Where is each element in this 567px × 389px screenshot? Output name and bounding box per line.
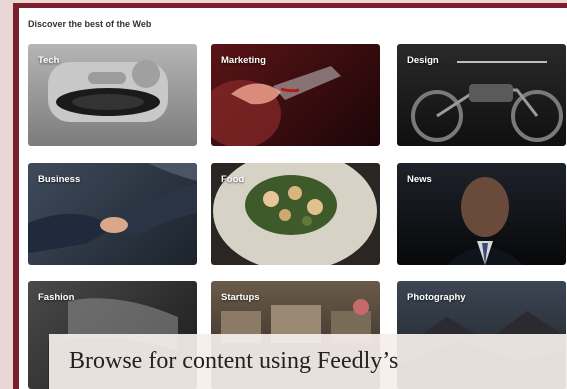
category-tile-marketing[interactable]: Marketing	[211, 44, 380, 146]
category-tile-tech[interactable]: Tech	[28, 44, 197, 146]
category-tile-design[interactable]: Design	[397, 44, 566, 146]
category-label-design: Design	[407, 55, 439, 66]
discover-heading: Discover the best of the Web	[28, 19, 152, 29]
category-label-startups: Startups	[221, 292, 260, 303]
discover-panel: Discover the best of the Web Tech Market…	[19, 8, 567, 389]
category-label-news: News	[407, 174, 432, 185]
category-tile-news[interactable]: News	[397, 163, 566, 265]
category-label-food: Food	[221, 174, 245, 185]
category-label-business: Business	[38, 174, 81, 185]
category-label-photography: Photography	[407, 292, 466, 303]
category-label-tech: Tech	[38, 55, 60, 66]
category-label-fashion: Fashion	[38, 292, 75, 303]
category-tile-business[interactable]: Business	[28, 163, 197, 265]
slide-caption: Browse for content using Feedly’s	[49, 334, 567, 389]
category-label-marketing: Marketing	[221, 55, 266, 66]
category-tile-food[interactable]: Food	[211, 163, 380, 265]
